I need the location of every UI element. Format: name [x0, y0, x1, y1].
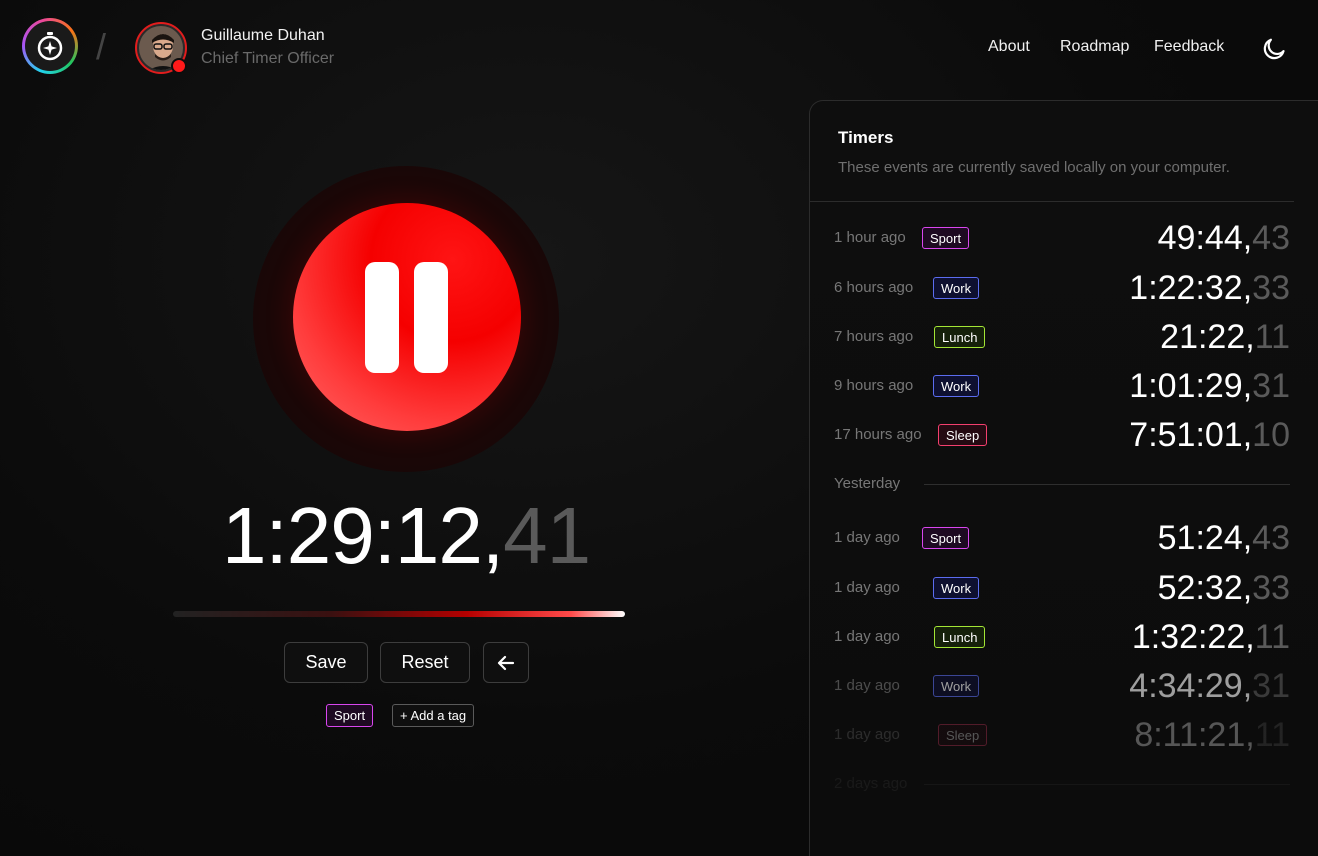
pause-button[interactable]	[293, 203, 521, 431]
timer-row[interactable]: 17 hours ago Sleep 7:51:01,10	[834, 416, 1290, 456]
panel-divider	[810, 201, 1294, 202]
row-duration-fraction: 11	[1254, 716, 1290, 754]
row-tag[interactable]: Work	[933, 277, 980, 299]
back-button[interactable]	[483, 642, 529, 683]
row-time-ago: 7 hours ago	[834, 328, 914, 345]
moon-icon[interactable]	[1262, 34, 1290, 62]
timer-display: 1:29:12,41	[222, 490, 591, 582]
row-time-ago: 1 day ago	[834, 579, 900, 596]
row-duration-fraction: 31	[1252, 367, 1290, 405]
row-duration: 49:44,43	[1158, 219, 1290, 258]
app-logo[interactable]	[22, 18, 78, 74]
pause-icon	[365, 262, 399, 373]
timers-panel: Timers These events are currently saved …	[809, 100, 1318, 856]
row-duration-fraction: 43	[1252, 519, 1290, 557]
row-time-ago: 9 hours ago	[834, 377, 914, 394]
row-duration: 7:51:01,10	[1129, 416, 1290, 455]
timer-row[interactable]: 1 hour ago Sport 49:44,43	[834, 219, 1290, 259]
timer-row[interactable]: 9 hours ago Work 1:01:29,31	[834, 367, 1290, 407]
row-duration-fraction: 43	[1252, 219, 1290, 257]
row-tag[interactable]: Sleep	[938, 724, 988, 746]
row-duration: 4:34:29,31	[1129, 667, 1290, 706]
timer-row[interactable]: 1 day ago Lunch 1:32:22,11	[834, 618, 1290, 658]
user-name: Guillaume Duhan	[201, 27, 325, 44]
row-duration-main: 4:34:29,	[1129, 667, 1253, 705]
add-tag-button[interactable]: + Add a tag	[392, 704, 475, 727]
row-duration: 1:01:29,31	[1129, 367, 1290, 406]
stopwatch-icon	[25, 21, 75, 71]
row-duration-main: 1:22:32,	[1129, 269, 1253, 307]
nav-feedback-link[interactable]: Feedback	[1154, 38, 1224, 56]
row-tag[interactable]: Work	[933, 675, 980, 697]
row-duration-main: 1:32:22,	[1131, 618, 1255, 656]
row-duration: 52:32,33	[1158, 569, 1290, 608]
row-time-ago: 6 hours ago	[834, 279, 914, 296]
row-duration-main: 21:22,	[1160, 318, 1255, 356]
header-separator: /	[96, 26, 107, 67]
panel-subtitle: These events are currently saved locally…	[838, 159, 1230, 176]
row-time-ago: 17 hours ago	[834, 426, 922, 443]
row-duration: 51:24,43	[1158, 519, 1290, 558]
panel-title: Timers	[838, 128, 894, 147]
group-label-older: 2 days ago	[834, 775, 908, 792]
timer-progress-bar	[173, 611, 625, 617]
timer-row[interactable]: 6 hours ago Work 1:22:32,33	[834, 269, 1290, 309]
row-time-ago: 1 day ago	[834, 726, 900, 743]
row-time-ago: 1 hour ago	[834, 229, 906, 246]
row-duration-main: 49:44,	[1157, 219, 1253, 257]
row-tag[interactable]: Sleep	[938, 424, 988, 446]
row-tag[interactable]: Sport	[922, 527, 970, 549]
row-duration-fraction: 11	[1254, 318, 1290, 356]
row-duration-main: 8:11:21,	[1134, 716, 1255, 754]
reset-button[interactable]: Reset	[380, 642, 470, 683]
group-divider	[924, 784, 1290, 785]
nav-about-link[interactable]: About	[988, 38, 1030, 56]
timer-row[interactable]: 7 hours ago Lunch 21:22,11	[834, 318, 1290, 358]
row-duration-fraction: 33	[1252, 569, 1290, 607]
row-time-ago: 1 day ago	[834, 628, 900, 645]
timer-row[interactable]: 1 day ago Sleep 8:11:21,11	[834, 716, 1290, 756]
row-duration-main: 51:24,	[1157, 519, 1253, 557]
row-duration-fraction: 10	[1252, 416, 1290, 454]
save-button[interactable]: Save	[284, 642, 368, 683]
row-duration-fraction: 31	[1252, 667, 1290, 705]
row-time-ago: 1 day ago	[834, 529, 900, 546]
group-divider	[924, 484, 1290, 485]
user-role: Chief Timer Officer	[201, 50, 335, 67]
row-duration-fraction: 11	[1254, 618, 1290, 656]
row-duration: 1:22:32,33	[1129, 269, 1290, 308]
timer-main-value: 1:29:12,	[222, 491, 504, 580]
row-duration-fraction: 33	[1252, 269, 1290, 307]
row-tag[interactable]: Work	[933, 577, 980, 599]
pause-icon-bar	[414, 262, 448, 373]
nav-roadmap-link[interactable]: Roadmap	[1060, 38, 1129, 56]
row-time-ago: 1 day ago	[834, 677, 900, 694]
row-duration-main: 7:51:01,	[1129, 416, 1253, 454]
timer-row[interactable]: 1 day ago Work 52:32,33	[834, 569, 1290, 609]
row-duration: 8:11:21,11	[1134, 716, 1290, 755]
row-duration: 21:22,11	[1160, 318, 1290, 357]
row-tag[interactable]: Work	[933, 375, 980, 397]
timer-row[interactable]: 1 day ago Work 4:34:29,31	[834, 667, 1290, 707]
group-label-yesterday: Yesterday	[834, 475, 901, 492]
row-duration-main: 1:01:29,	[1129, 367, 1253, 405]
row-duration: 1:32:22,11	[1132, 618, 1290, 657]
timer-fraction-value: 41	[503, 491, 591, 580]
timer-row[interactable]: 1 day ago Sport 51:24,43	[834, 519, 1290, 559]
current-tag[interactable]: Sport	[326, 704, 374, 727]
row-tag[interactable]: Lunch	[934, 326, 986, 348]
recording-status-dot	[171, 58, 187, 74]
row-duration-main: 52:32,	[1157, 569, 1253, 607]
header: / Guillaume Duhan Chief Timer Officer Ab…	[0, 0, 1318, 100]
arrow-left-icon	[497, 655, 515, 670]
row-tag[interactable]: Sport	[922, 227, 970, 249]
row-tag[interactable]: Lunch	[934, 626, 986, 648]
avatar[interactable]	[135, 22, 187, 74]
